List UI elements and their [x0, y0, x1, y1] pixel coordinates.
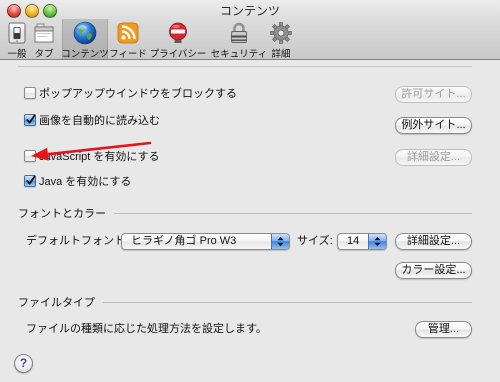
- font-advanced-button[interactable]: 詳細設定...: [395, 233, 472, 250]
- block-popups-label: ポップアップウインドウをブロックする: [39, 88, 237, 100]
- section-divider: [103, 301, 472, 303]
- color-settings-button[interactable]: カラー設定...: [395, 262, 472, 279]
- load-images-option[interactable]: 画像を自動的に読み込む: [24, 113, 160, 127]
- popup-arrows-icon: [368, 234, 386, 249]
- enable-java-label: Java を有効にする: [39, 176, 132, 188]
- checkmark-icon: [26, 114, 36, 124]
- privacy-hand-icon: [166, 21, 190, 45]
- enable-javascript-checkbox[interactable]: [24, 150, 36, 162]
- checkmark-icon: [26, 175, 36, 185]
- toolbar-item-label: 詳細: [271, 49, 291, 60]
- block-popups-checkbox[interactable]: [24, 87, 36, 99]
- font-size-popup[interactable]: 14: [337, 233, 387, 250]
- file-types-section-header: ファイルタイプ: [18, 295, 472, 309]
- file-types-heading: ファイルタイプ: [18, 297, 95, 309]
- preferences-window: コンテンツ 一般 タブ コンテンツ フィード プライバシー セキュリティ 詳細 …: [0, 0, 500, 382]
- rss-feed-icon: [116, 21, 140, 45]
- fonts-colors-heading: フォントとカラー: [18, 208, 106, 220]
- help-button[interactable]: ?: [14, 354, 33, 373]
- enable-java-option[interactable]: Java を有効にする: [24, 174, 131, 188]
- file-types-description: ファイルの種類に応じた処理方法を設定します。: [26, 323, 267, 335]
- exception-sites-button[interactable]: 例外サイト...: [395, 117, 472, 134]
- toolbar-item-privacy[interactable]: プライバシー: [150, 19, 206, 60]
- enable-javascript-option[interactable]: JavaScript を有効にする: [24, 149, 160, 163]
- load-images-checkbox[interactable]: [24, 114, 36, 126]
- toolbar-item-advanced[interactable]: 詳細: [267, 19, 295, 60]
- enable-java-checkbox[interactable]: [24, 175, 36, 187]
- default-font-popup[interactable]: ヒラギノ角ゴ Pro W3: [121, 233, 290, 250]
- font-size-label: サイズ:: [297, 235, 333, 247]
- load-images-label: 画像を自動的に読み込む: [39, 115, 160, 127]
- default-font-label: デフォルトフォント:: [26, 235, 129, 247]
- manage-file-types-button[interactable]: 管理...: [415, 321, 472, 338]
- javascript-advanced-button[interactable]: 詳細設定...: [395, 149, 472, 166]
- tabs-icon: [32, 21, 56, 45]
- default-font-value: ヒラギノ角ゴ Pro W3: [131, 235, 237, 247]
- allowed-sites-button[interactable]: 許可サイト...: [395, 86, 472, 103]
- content-top-divider: [18, 66, 472, 67]
- font-size-value: 14: [347, 235, 360, 247]
- window-chrome: コンテンツ 一般 タブ コンテンツ フィード プライバシー セキュリティ 詳細: [0, 0, 500, 60]
- block-popups-option[interactable]: ポップアップウインドウをブロックする: [24, 86, 237, 100]
- popup-arrows-icon: [271, 234, 289, 249]
- globe-icon: [73, 21, 97, 45]
- gear-icon: [269, 21, 293, 45]
- window-title: コンテンツ: [219, 4, 280, 18]
- fonts-colors-section-header: フォントとカラー: [18, 206, 472, 220]
- enable-javascript-label: JavaScript を有効にする: [39, 151, 160, 163]
- section-divider: [114, 212, 472, 214]
- padlock-icon: [227, 21, 251, 45]
- general-switch-icon: [5, 21, 29, 45]
